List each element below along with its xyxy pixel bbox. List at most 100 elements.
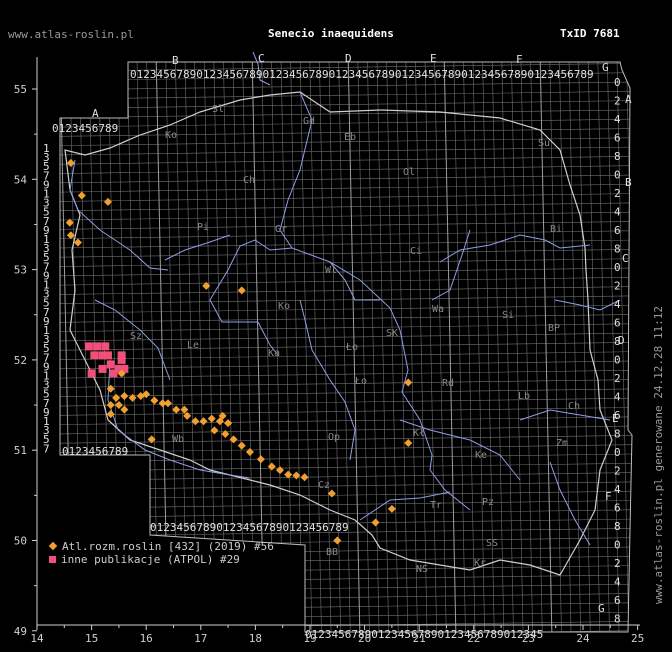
row-digit: 4 xyxy=(614,113,621,126)
row-digit: 6 xyxy=(614,317,621,330)
x-tick-label: 18 xyxy=(249,632,262,645)
grid-line xyxy=(60,146,632,156)
atlas-record-marker xyxy=(333,536,342,545)
region-label: BB xyxy=(326,547,338,558)
atlas-record-marker xyxy=(404,438,413,447)
row-digit: 6 xyxy=(614,594,621,607)
region-label: Wl xyxy=(325,265,337,276)
row-digit: 2 xyxy=(614,95,621,108)
column-digits: 0123456789012345678901234567890123456789… xyxy=(130,68,594,81)
atlas-record-marker xyxy=(172,405,181,414)
grid-line xyxy=(60,360,632,370)
grid-line xyxy=(520,62,534,632)
row-digit: 0 xyxy=(614,261,621,274)
grid-line xyxy=(462,62,476,632)
row-digit: 8 xyxy=(614,335,621,348)
legend-label-atlas: Atl.rozm.roslin [432] (2019) #56 xyxy=(62,540,274,553)
grid-line xyxy=(60,611,632,621)
region-label: Gd xyxy=(303,116,315,127)
row-digit: 0 xyxy=(614,354,621,367)
atlas-record-marker xyxy=(245,448,254,457)
region-label: NS xyxy=(416,564,428,575)
grid-line xyxy=(60,90,632,100)
row-digit: 2 xyxy=(614,187,621,200)
region-label: Gr xyxy=(275,224,287,235)
grid-line xyxy=(60,286,632,295)
row-digit: 8 xyxy=(614,520,621,533)
region-label: Rd xyxy=(442,378,454,389)
atpol-record-marker xyxy=(109,369,118,378)
region-label: Pi xyxy=(197,222,209,233)
atlas-record-marker xyxy=(114,401,123,410)
atlas-record-marker xyxy=(150,396,159,405)
atpol-record-marker xyxy=(90,351,99,360)
atlas-record-marker xyxy=(237,286,246,295)
region-label: Tr xyxy=(430,500,442,511)
atpol-record-marker xyxy=(101,342,110,351)
y-tick-label: 55 xyxy=(14,83,27,96)
row-digit: 2 xyxy=(614,557,621,570)
x-tick-label: 16 xyxy=(140,632,153,645)
atpol-record-marker xyxy=(84,342,93,351)
legend-item-atpol: inne publikacje (ATPOL) #29 xyxy=(48,553,240,566)
region-label: Su xyxy=(538,138,550,149)
region-label: Ka xyxy=(268,348,280,359)
atpol-record-marker xyxy=(106,360,115,369)
grid-line xyxy=(60,369,632,379)
grid-line xyxy=(60,435,632,444)
atlas-record-marker xyxy=(275,466,284,475)
row-letter: B xyxy=(625,176,632,189)
y-tick-label: 51 xyxy=(14,444,27,457)
region-label: Ko xyxy=(165,130,177,141)
atpol-record-marker xyxy=(87,369,96,378)
row-letter: F xyxy=(605,490,612,503)
region-label: Ko xyxy=(278,301,290,312)
grid-line xyxy=(60,249,632,258)
grid-line xyxy=(60,193,632,202)
row-digit: 2 xyxy=(614,465,621,478)
grid-line xyxy=(491,62,505,632)
grid-line xyxy=(60,267,632,277)
column-letter: A xyxy=(92,107,99,120)
x-tick-label: 19 xyxy=(303,632,316,645)
row-digit: 2 xyxy=(614,372,621,385)
region-label: Ło xyxy=(354,376,367,387)
x-tick-label: 25 xyxy=(631,632,644,645)
column-letter: C xyxy=(258,52,265,65)
row-letter: G xyxy=(598,602,605,615)
column-digits: 0123456789 xyxy=(52,122,118,135)
x-tick-label: 14 xyxy=(30,632,44,645)
row-digit: 0 xyxy=(614,446,621,459)
row-digit: 6 xyxy=(614,224,621,237)
atlas-record-marker xyxy=(73,238,82,247)
grid-line xyxy=(290,62,303,632)
grid-line xyxy=(60,156,632,165)
region-label: Kł xyxy=(413,428,425,439)
column-letter: F xyxy=(516,53,523,66)
grid-line xyxy=(405,62,418,632)
row-letter: A xyxy=(625,93,632,106)
grid-line xyxy=(472,62,486,632)
atlas-record-marker xyxy=(120,392,129,401)
region-label: Ci xyxy=(410,246,422,257)
grid-line xyxy=(60,425,632,435)
x-tick-label: 21 xyxy=(413,632,426,645)
row-letter: C xyxy=(622,252,629,265)
region-label: Ke xyxy=(475,450,487,461)
x-tick-label: 17 xyxy=(194,632,207,645)
grid-line xyxy=(280,62,294,632)
atlas-record-marker xyxy=(387,504,396,513)
atpol-record-marker xyxy=(93,342,102,351)
grid-line xyxy=(60,258,632,267)
region-label: Ol xyxy=(403,167,415,178)
grid-line xyxy=(510,62,524,632)
region-label: Sz xyxy=(130,331,142,342)
y-tick-label: 54 xyxy=(14,173,28,186)
row-digit: 6 xyxy=(614,132,621,145)
grid-line xyxy=(395,62,409,632)
x-tick-label: 20 xyxy=(358,632,371,645)
atlas-record-marker xyxy=(221,429,230,438)
atpol-record-marker xyxy=(117,351,126,360)
grid-line xyxy=(60,81,632,91)
grid-line xyxy=(60,397,632,407)
